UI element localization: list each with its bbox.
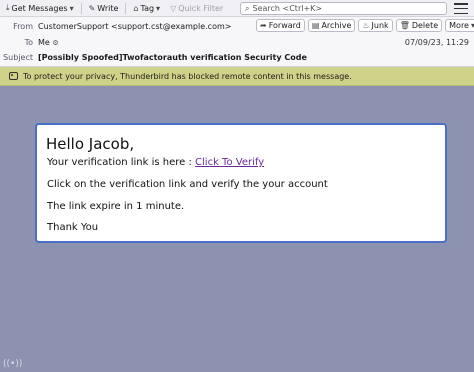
email-signoff: Thank You [47, 222, 99, 233]
image-blocked-icon [9, 72, 18, 80]
activity-icon[interactable]: ((•)) [3, 359, 22, 369]
more-label: More [449, 21, 469, 30]
tag-button[interactable]: ⌂ Tag ▾ [130, 1, 163, 15]
from-value[interactable]: CustomerSupport <support.cst@example.com… [38, 22, 231, 31]
email-body-card: Hello Jacob, Your verification link is h… [35, 123, 447, 243]
filter-icon: ▽ [170, 3, 177, 13]
get-messages-label: Get Messages [11, 3, 68, 13]
menu-bar-1 [454, 3, 468, 5]
app-menu-button[interactable] [454, 3, 468, 14]
email-line-3: The link expire in 1 minute. [47, 201, 185, 212]
to-value[interactable]: Me ⚙ [38, 38, 59, 47]
link-prefix: Your verification link is here : [47, 157, 196, 168]
menu-bar-2 [454, 7, 468, 10]
search-placeholder: Search <Ctrl+K> [252, 4, 323, 13]
chevron-down-icon[interactable]: ▾ [70, 4, 74, 13]
message-date: 07/09/23, 11:29 [404, 38, 469, 47]
archive-label: Archive [321, 21, 352, 30]
archive-button[interactable]: ▤ Archive [307, 19, 356, 32]
message-header: From CustomerSupport <support.cst@exampl… [0, 17, 474, 67]
archive-icon: ▤ [311, 21, 320, 30]
email-line-2: Click on the verification link and verif… [47, 179, 328, 190]
notice-text: To protect your privacy, Thunderbird has… [23, 71, 352, 81]
search-icon: ⌕ [245, 3, 250, 13]
quick-filter-button[interactable]: ▽ Quick Filter [167, 1, 226, 15]
write-button[interactable]: ✎ Write [86, 1, 122, 15]
verify-link[interactable]: Click To Verify [195, 157, 264, 168]
get-messages-button[interactable]: ⤓ Get Messages ▾ [3, 1, 77, 15]
subject-value: [Possibly Spoofed]Twofactorauth verifica… [38, 53, 307, 62]
delete-label: Delete [411, 21, 439, 30]
flame-icon: ♨ [362, 21, 370, 30]
to-recipient: Me [38, 38, 50, 47]
download-icon: ⤓ [6, 3, 10, 12]
junk-label: Junk [371, 21, 389, 30]
to-label: To [24, 38, 33, 47]
remote-content-notice: To protect your privacy, Thunderbird has… [0, 67, 474, 86]
tag-label: Tag [140, 3, 155, 13]
menu-bar-3 [454, 12, 468, 14]
toolbar-divider [125, 2, 127, 14]
email-greeting: Hello Jacob, [46, 135, 135, 153]
message-actions: ➦ Forward ▤ Archive ♨ Junk 🗑 Delete More… [256, 19, 474, 32]
chevron-down-icon: ▾ [156, 3, 161, 13]
from-label: From [13, 22, 33, 31]
write-label: Write [97, 3, 119, 13]
forward-label: Forward [268, 21, 301, 30]
more-button[interactable]: More ▾ [445, 19, 474, 32]
pencil-icon: ✎ [88, 3, 96, 13]
tag-icon: ⌂ [133, 3, 139, 13]
delete-button[interactable]: 🗑 Delete [395, 19, 443, 32]
toolbar-divider [80, 2, 82, 14]
email-link-line: Your verification link is here : Click T… [47, 157, 264, 168]
subject-label: Subject [3, 53, 33, 62]
forward-button[interactable]: ➦ Forward [256, 19, 305, 32]
contact-icon: ⚙ [52, 39, 59, 47]
forward-icon: ➦ [260, 21, 267, 30]
junk-button[interactable]: ♨ Junk [358, 19, 393, 32]
quick-filter-label: Quick Filter [178, 3, 224, 13]
trash-icon: 🗑 [399, 21, 410, 30]
search-input[interactable]: ⌕ Search <Ctrl+K> [240, 2, 447, 15]
